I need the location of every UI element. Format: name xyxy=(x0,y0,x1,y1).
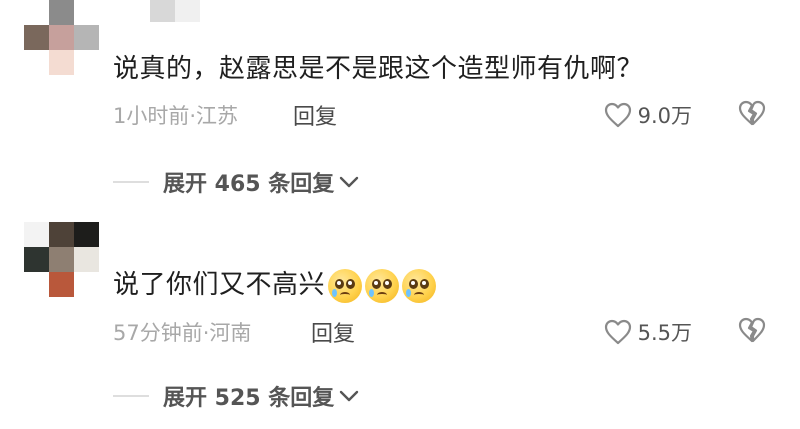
comment-meta: 57分钟前·河南 xyxy=(113,321,252,345)
avatar-mosaic-tile xyxy=(49,247,74,272)
avatar-mosaic-tile xyxy=(74,0,99,25)
like-button[interactable]: 9.0万 xyxy=(604,100,692,130)
avatar[interactable] xyxy=(24,0,100,76)
chevron-down-icon xyxy=(340,390,359,402)
avatar-mosaic-tile xyxy=(74,247,99,272)
comment-text-content: 说了你们又不高兴 xyxy=(113,270,326,300)
avatar-mosaic-tile xyxy=(49,25,74,50)
emoji-group xyxy=(325,268,437,303)
reply-button[interactable]: 回复 xyxy=(311,316,355,348)
avatar-mosaic-tile xyxy=(24,272,49,297)
avatar-mosaic-tile xyxy=(49,222,74,247)
pleading-face-emoji-icon xyxy=(402,268,437,303)
broken-heart-icon xyxy=(738,317,766,343)
expand-replies-button[interactable]: 展开 465 条回复 xyxy=(113,166,360,198)
avatar-mosaic-tile xyxy=(49,0,74,25)
expand-replies-label: 展开 525 条回复 xyxy=(163,386,335,411)
dislike-button[interactable] xyxy=(738,100,766,130)
avatar-mosaic-tile xyxy=(74,50,99,75)
comment-meta: 1小时前·江苏 xyxy=(113,104,239,128)
like-count: 5.5万 xyxy=(637,321,692,345)
divider xyxy=(113,181,149,183)
username-mosaic-tile xyxy=(150,0,175,22)
pleading-face-emoji-icon xyxy=(365,268,400,303)
avatar-mosaic-tile xyxy=(24,50,49,75)
avatar-mosaic-tile xyxy=(24,222,49,247)
dislike-button[interactable] xyxy=(738,317,766,347)
heart-outline-icon xyxy=(604,102,631,128)
reply-button[interactable]: 回复 xyxy=(293,99,337,131)
divider xyxy=(113,395,149,397)
comment-text: 说了你们又不高兴 xyxy=(113,264,437,303)
chevron-down-icon xyxy=(340,176,359,188)
avatar-mosaic-tile xyxy=(49,272,74,297)
like-count: 9.0万 xyxy=(637,104,692,128)
heart-outline-icon xyxy=(604,319,631,345)
broken-heart-icon xyxy=(738,100,766,126)
avatar-mosaic-tile xyxy=(24,0,49,25)
comment-item: 说了你们又不高兴 57分钟前·河南 回复 5.5万 展开 525 条回复 xyxy=(0,222,800,429)
like-button[interactable]: 5.5万 xyxy=(604,317,692,347)
username-mosaic-tile xyxy=(175,0,200,22)
pleading-face-emoji-icon xyxy=(328,268,363,303)
expand-replies-button[interactable]: 展开 525 条回复 xyxy=(113,380,360,412)
avatar-mosaic-tile xyxy=(74,25,99,50)
comment-text: 说真的，赵露思是不是跟这个造型师有仇啊？ xyxy=(113,54,644,84)
avatar[interactable] xyxy=(24,222,100,298)
avatar-mosaic-tile xyxy=(49,50,74,75)
avatar-mosaic-tile xyxy=(24,25,49,50)
avatar-mosaic-tile xyxy=(24,247,49,272)
comment-item: 说真的，赵露思是不是跟这个造型师有仇啊？ 1小时前·江苏 回复 9.0万 展开 … xyxy=(0,0,800,210)
avatar-mosaic-tile xyxy=(74,272,99,297)
expand-replies-label: 展开 465 条回复 xyxy=(163,172,335,197)
avatar-mosaic-tile xyxy=(74,222,99,247)
username[interactable] xyxy=(150,0,200,22)
